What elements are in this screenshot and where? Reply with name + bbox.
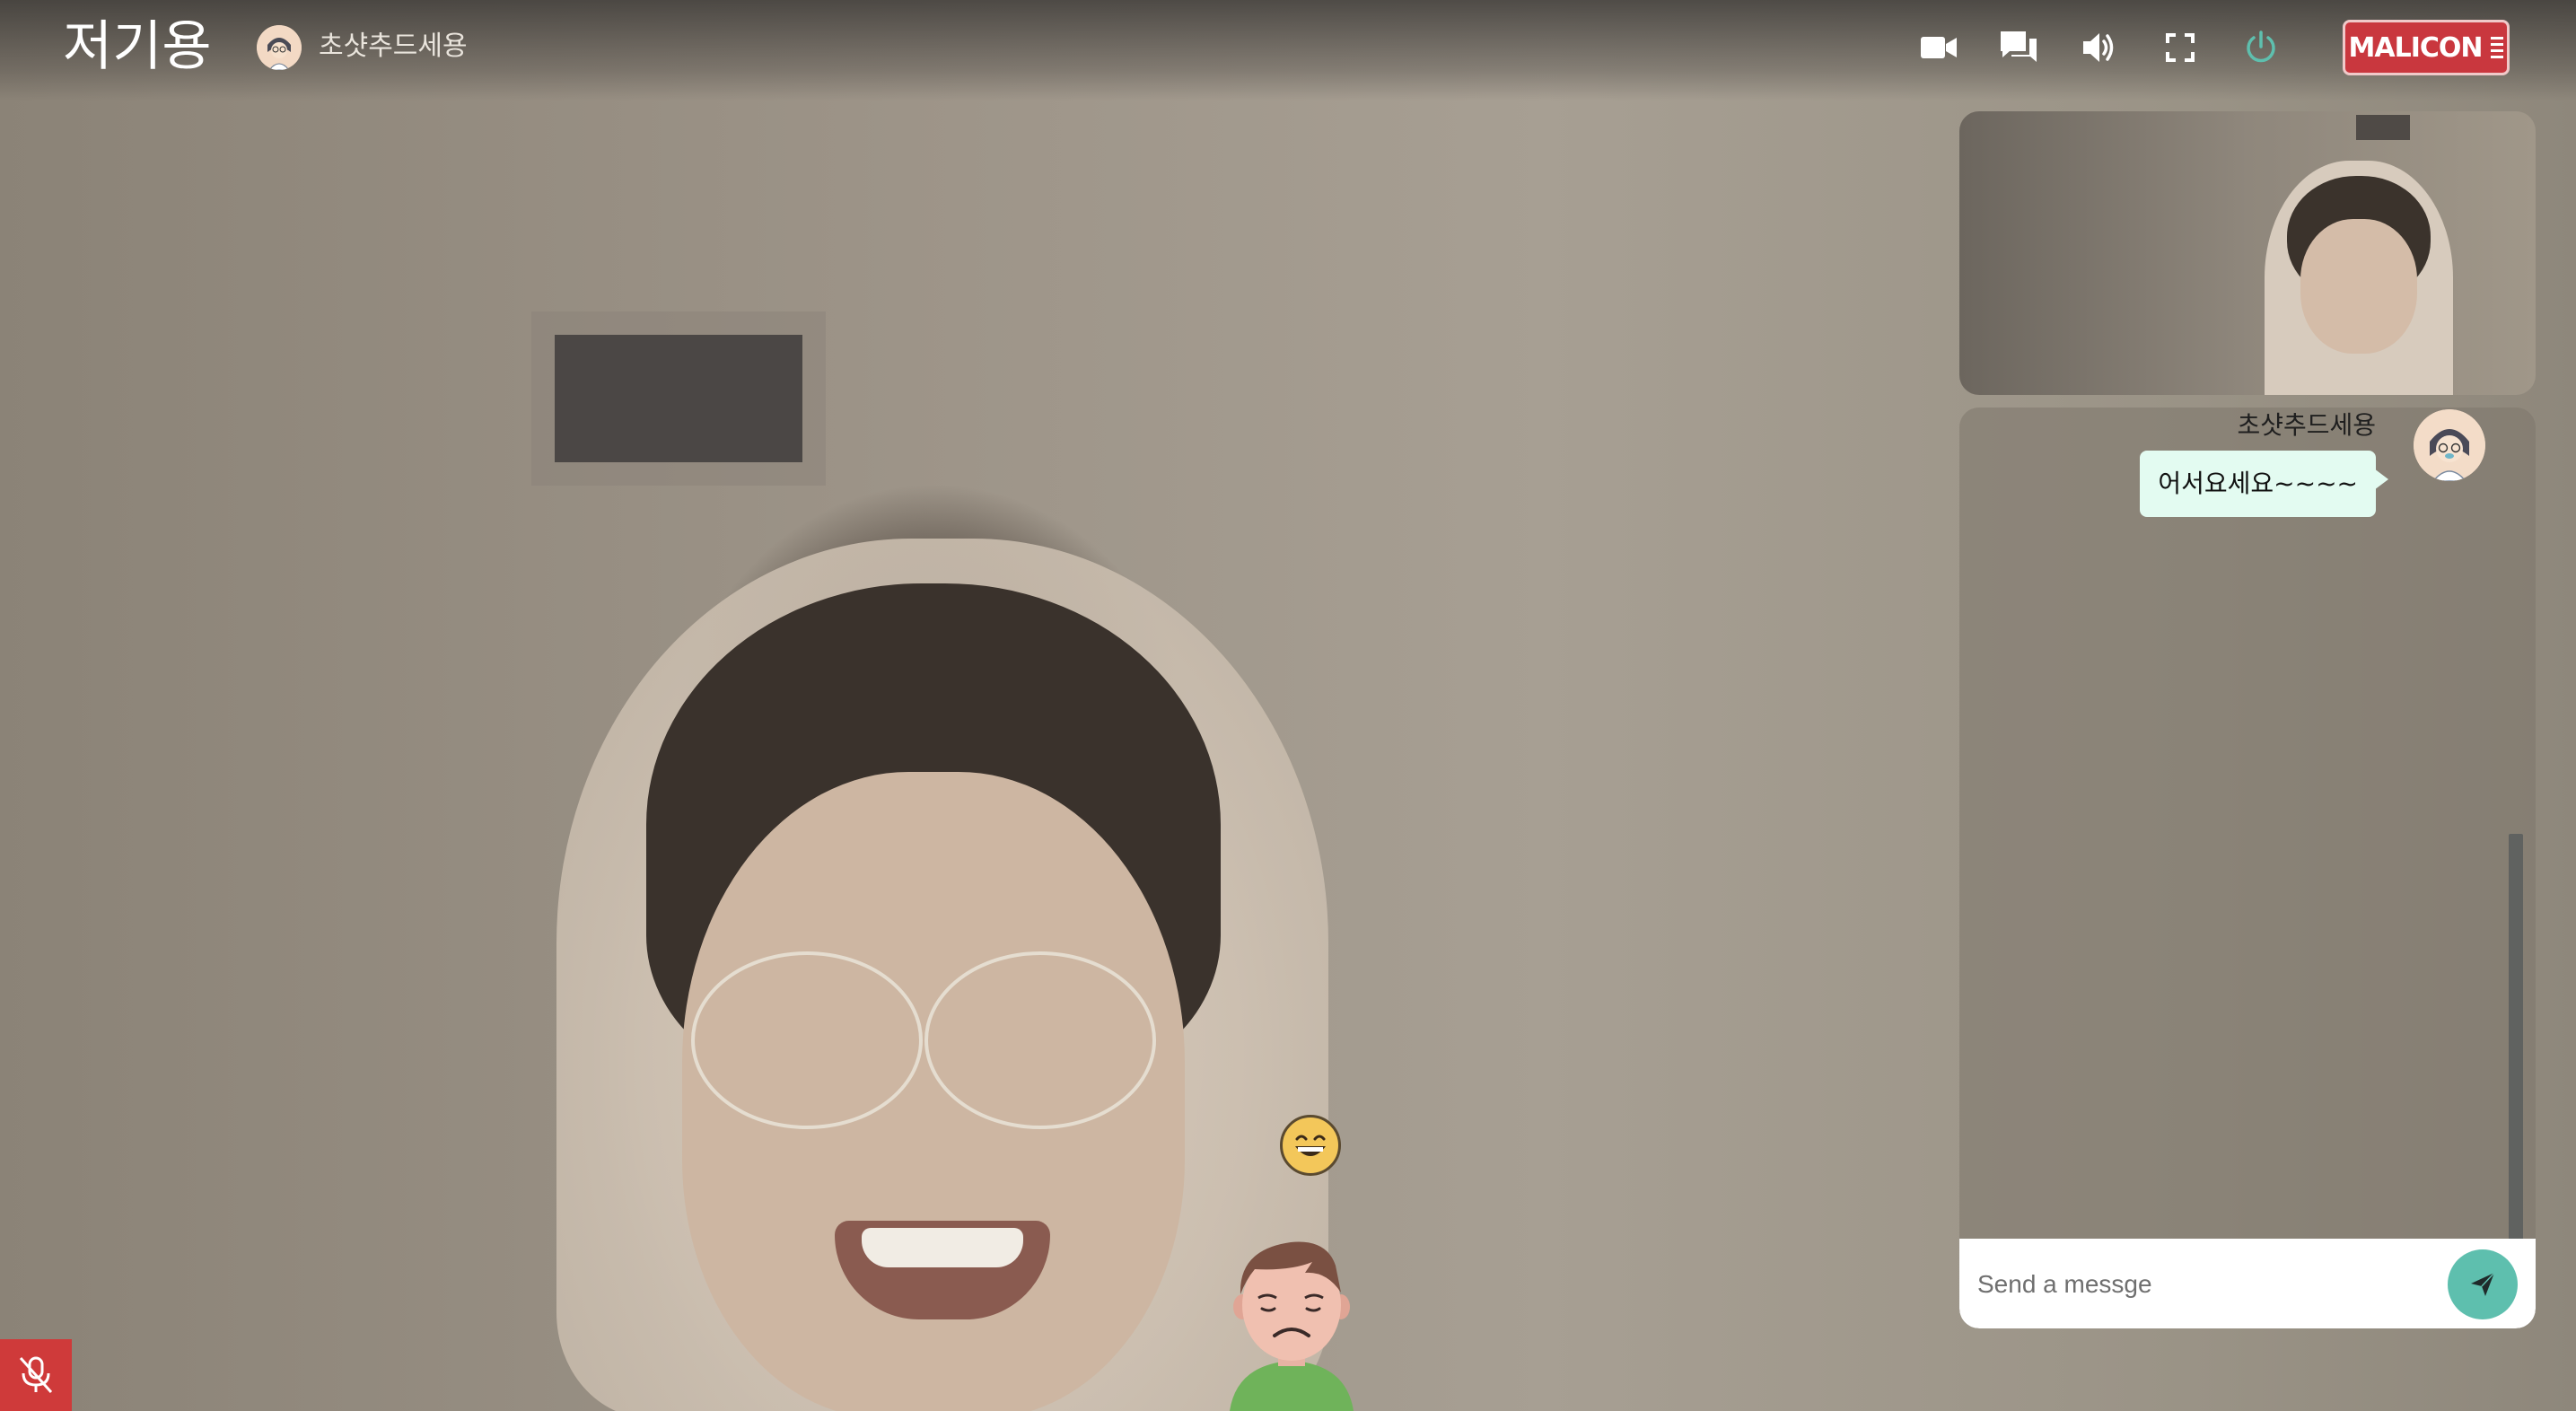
reaction-emoji [1280, 1115, 1341, 1176]
brand-logo-text: MALICON [2348, 31, 2484, 64]
fullscreen-button[interactable] [2156, 23, 2204, 72]
top-bar: 저기용 초샷추드세용 MALICON [0, 0, 2576, 101]
camera-toggle-button[interactable] [1914, 23, 1963, 72]
grinning-face-icon [1295, 1135, 1326, 1156]
power-icon [2247, 31, 2275, 63]
chat-input-bar [1959, 1239, 2536, 1328]
leave-call-button[interactable] [2237, 23, 2285, 72]
mic-muted-indicator[interactable] [0, 1339, 72, 1411]
video-person-glasses-left [691, 951, 923, 1129]
fullscreen-icon [2166, 33, 2195, 62]
user-avatar-icon [257, 25, 302, 70]
self-video-preview [1959, 111, 2536, 395]
mic-off-icon [19, 1356, 53, 1394]
send-message-button[interactable] [2448, 1249, 2518, 1319]
user-avatar-icon [2414, 409, 2485, 481]
host-avatar [257, 25, 302, 70]
self-view-background-box [2356, 115, 2410, 140]
chat-message-sender: 초샷추드세용 [2237, 410, 2376, 440]
volume-icon [2083, 33, 2114, 62]
chat-scrollbar[interactable] [2509, 834, 2523, 1247]
chat-icon [2001, 31, 2037, 62]
brand-logo[interactable]: MALICON [2343, 20, 2510, 75]
participant-character-avatar [1219, 1230, 1364, 1411]
old-man-avatar-icon [1230, 1241, 1354, 1411]
send-icon [2471, 1272, 2495, 1296]
room-title: 저기용 [63, 15, 212, 78]
self-view-face [2300, 219, 2417, 354]
chat-panel: 초샷추드세용 어서요세요~~~~ [1959, 408, 2536, 1328]
video-person-teeth [862, 1228, 1023, 1267]
volume-button[interactable] [2075, 23, 2124, 72]
chat-message-avatar [2414, 409, 2485, 481]
video-person-glasses-right [924, 951, 1156, 1129]
logo-bars-icon [2491, 37, 2504, 58]
chat-message-bubble: 어서요세요~~~~ [2140, 451, 2388, 517]
chat-message-input[interactable] [1976, 1253, 2428, 1316]
video-camera-icon [1921, 37, 1957, 58]
chat-toggle-button[interactable] [1994, 23, 2043, 72]
background-wall-panel [555, 335, 802, 462]
host-name: 초샷추드세용 [319, 31, 468, 62]
